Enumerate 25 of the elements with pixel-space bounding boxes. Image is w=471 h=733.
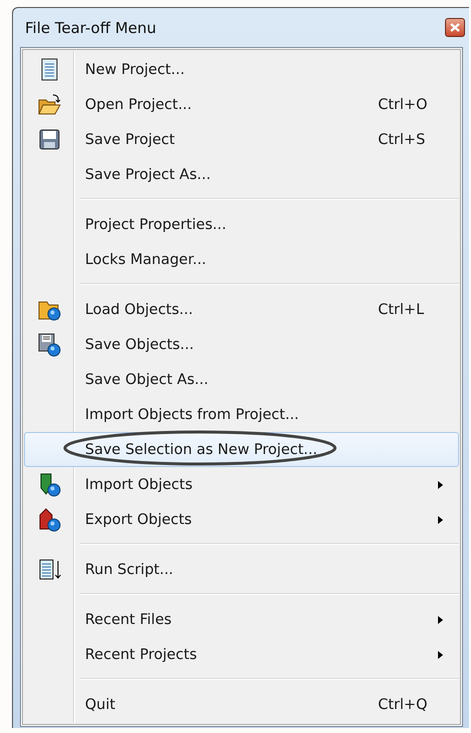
menu-item[interactable]: Save Selection as New Project... bbox=[24, 432, 459, 467]
menu-item[interactable]: Save Object As... bbox=[24, 362, 459, 397]
menu-item[interactable]: Recent Files bbox=[24, 602, 459, 637]
menu-item[interactable]: Save Objects... bbox=[24, 327, 459, 362]
menu-item[interactable]: Load Objects... Ctrl+L bbox=[24, 292, 459, 327]
menu-item[interactable]: Recent Projects bbox=[24, 637, 459, 672]
menu-item[interactable]: Run Script... bbox=[24, 552, 459, 587]
menu-item[interactable]: Export Objects bbox=[24, 502, 459, 537]
menu-item[interactable]: Locks Manager... bbox=[24, 242, 459, 277]
menu-item[interactable]: Save Project As... bbox=[24, 157, 459, 192]
floppy-globe-icon bbox=[38, 332, 62, 356]
menu-item[interactable]: Project Properties... bbox=[24, 207, 459, 242]
export-arrow-globe-icon bbox=[38, 508, 62, 532]
menu-item[interactable]: Save Project Ctrl+S bbox=[24, 122, 459, 157]
folder-icon bbox=[38, 92, 62, 116]
close-button[interactable] bbox=[445, 18, 465, 37]
menu-item[interactable]: New Project... bbox=[24, 52, 459, 87]
import-arrow-globe-icon bbox=[38, 472, 62, 496]
window-title: File Tear-off Menu bbox=[25, 18, 156, 36]
menu-item[interactable]: Import Objects bbox=[24, 467, 459, 502]
menu-item[interactable]: Import Objects from Project... bbox=[24, 397, 459, 432]
menu-item[interactable]: Open Project... Ctrl+O bbox=[24, 87, 459, 122]
script-icon bbox=[38, 558, 62, 582]
close-icon bbox=[450, 23, 460, 32]
menu-item[interactable]: Quit Ctrl+Q bbox=[24, 687, 459, 722]
